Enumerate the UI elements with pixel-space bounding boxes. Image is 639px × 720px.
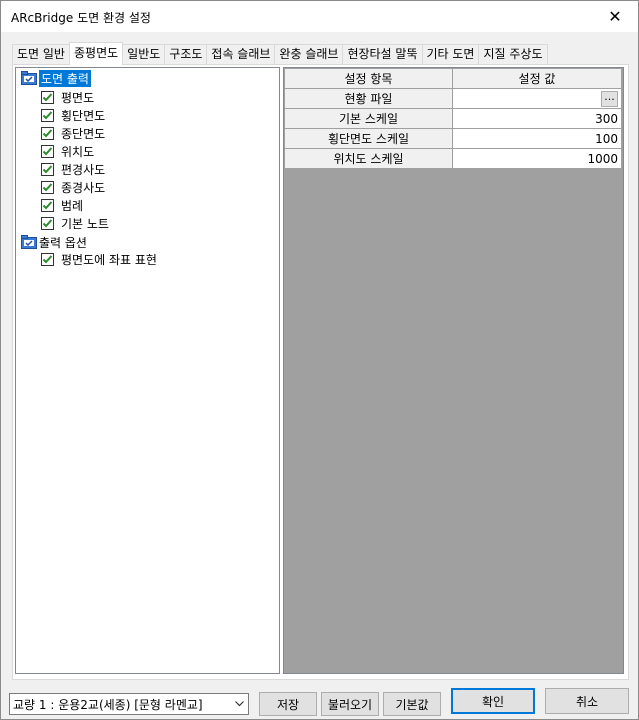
load-button[interactable]: 불러오기 (321, 692, 379, 716)
checkbox-checked-icon[interactable] (41, 144, 54, 158)
tree-item-label: 평면도 (61, 90, 95, 105)
table-row: 기본 스케일 300 (284, 108, 622, 129)
tab-drawing-general[interactable]: 도면 일반 (12, 44, 70, 65)
tree-item-plan-coordinates[interactable]: 평면도에 좌표 표현 (41, 250, 157, 268)
ok-button[interactable]: 확인 (451, 688, 535, 714)
tab-geologic-column[interactable]: 지질 주상도 (478, 44, 548, 65)
tree-item-label: 기본 노트 (61, 216, 109, 231)
column-header-item: 설정 항목 (284, 68, 453, 89)
tree-item-label: 위치도 (61, 144, 95, 159)
title-bar: ARcBridge 도면 환경 설정 ✕ (1, 1, 638, 32)
tree-item-legend[interactable]: 범례 (41, 196, 83, 214)
checkbox-checked-icon[interactable] (41, 126, 54, 140)
checkbox-checked-icon[interactable] (41, 90, 54, 104)
tree-group-drawing-output[interactable]: 도면 출력 (21, 69, 91, 87)
chevron-down-icon[interactable] (231, 694, 248, 714)
output-tree[interactable]: 도면 출력 평면도 횡단면도 종단면도 위치도 편경사도 종경사도 범례 기본 … (15, 67, 280, 674)
checkbox-checked-icon[interactable] (41, 108, 54, 122)
row-label-status-file: 현황 파일 (284, 88, 453, 109)
tree-item-label: 범례 (61, 198, 84, 213)
tree-item-longitudinal-slope[interactable]: 종경사도 (41, 178, 105, 196)
settings-grid: 설정 항목 설정 값 현황 파일 ... 기본 스케일 300 횡단면도 스케일… (283, 67, 624, 674)
cross-section-scale-value[interactable]: 100 (452, 128, 622, 149)
tab-strip: 도면 일반 종평면도 일반도 구조도 접속 슬래브 완충 슬래브 현장타설 말뚝… (12, 42, 548, 65)
tree-group-output-options[interactable]: 출력 옵션 (21, 233, 87, 251)
checkbox-checked-icon[interactable] (41, 198, 54, 212)
tab-longitudinal-plan[interactable]: 종평면도 (68, 42, 124, 65)
checkbox-checked-icon[interactable] (41, 162, 54, 176)
tree-item-label: 종단면도 (61, 126, 106, 141)
tree-group-label: 도면 출력 (39, 69, 91, 87)
save-button[interactable]: 저장 (259, 692, 317, 716)
table-row: 횡단면도 스케일 100 (284, 128, 622, 149)
tab-cast-in-place-pile[interactable]: 현장타설 말뚝 (342, 44, 423, 65)
folder-options-icon (21, 71, 37, 85)
close-button[interactable]: ✕ (592, 1, 638, 32)
folder-options-icon (21, 235, 37, 249)
checkbox-checked-icon[interactable] (41, 180, 54, 194)
tree-item-location-map[interactable]: 위치도 (41, 142, 94, 160)
window-title: ARcBridge 도면 환경 설정 (11, 11, 151, 25)
browse-file-button[interactable]: ... (601, 90, 618, 107)
bridge-select[interactable]: 교량 1 : 운용2교(세종) [문형 라멘교] (9, 693, 249, 715)
cancel-button[interactable]: 취소 (545, 688, 629, 714)
settings-table: 설정 항목 설정 값 현황 파일 ... 기본 스케일 300 횡단면도 스케일… (284, 68, 622, 169)
tree-group-label: 출력 옵션 (39, 235, 87, 250)
checkbox-checked-icon[interactable] (41, 216, 54, 230)
status-file-cell[interactable]: ... (452, 88, 622, 109)
tab-general-drawing[interactable]: 일반도 (122, 44, 166, 65)
close-icon: ✕ (608, 7, 622, 26)
checkbox-checked-icon[interactable] (41, 252, 54, 266)
tree-item-label: 편경사도 (61, 162, 106, 177)
tab-structural-drawing[interactable]: 구조도 (164, 44, 208, 65)
tree-item-label: 횡단면도 (61, 108, 106, 123)
tree-item-plan[interactable]: 평면도 (41, 88, 94, 106)
base-scale-value[interactable]: 300 (452, 108, 622, 129)
tree-item-cross-section[interactable]: 횡단면도 (41, 106, 105, 124)
column-header-value: 설정 값 (452, 68, 622, 89)
bridge-select-value: 교량 1 : 운용2교(세종) [문형 라멘교] (13, 697, 203, 712)
tree-item-label: 평면도에 좌표 표현 (61, 252, 157, 267)
tab-approach-slab[interactable]: 접속 슬래브 (206, 44, 276, 65)
row-label-cross-section-scale: 횡단면도 스케일 (284, 128, 453, 149)
location-scale-value[interactable]: 1000 (452, 148, 622, 169)
tree-item-superelevation[interactable]: 편경사도 (41, 160, 105, 178)
tree-item-basic-note[interactable]: 기본 노트 (41, 214, 109, 232)
tree-item-label: 종경사도 (61, 180, 106, 195)
settings-dialog: ARcBridge 도면 환경 설정 ✕ 도면 일반 종평면도 일반도 구조도 … (0, 0, 639, 720)
table-header-row: 설정 항목 설정 값 (284, 68, 622, 89)
table-row: 현황 파일 ... (284, 88, 622, 109)
tree-item-longitudinal-section[interactable]: 종단면도 (41, 124, 105, 142)
row-label-location-scale: 위치도 스케일 (284, 148, 453, 169)
default-values-button[interactable]: 기본값 (383, 692, 441, 716)
tab-other-drawings[interactable]: 기타 도면 (421, 44, 480, 65)
row-label-base-scale: 기본 스케일 (284, 108, 453, 129)
table-row: 위치도 스케일 1000 (284, 148, 622, 169)
tab-buffer-slab[interactable]: 완충 슬래브 (274, 44, 344, 65)
